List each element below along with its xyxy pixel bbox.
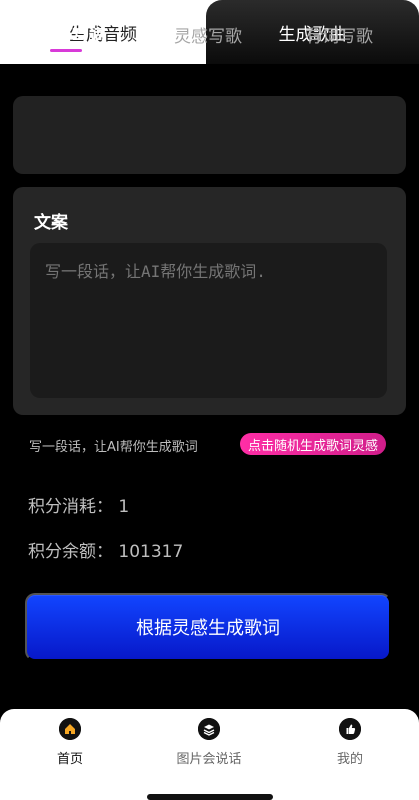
mode-inspiration[interactable]: 灵感写歌 [162,20,254,48]
hint-text: 写一段话，让AI帮你生成歌词 [29,440,198,455]
generate-lyrics-button[interactable]: 根据灵感生成歌词 [25,593,391,661]
nav-home[interactable]: 首页 [20,718,120,776]
home-indicator [147,794,273,800]
active-mode-indicator [50,49,82,52]
copy-input[interactable] [30,243,387,398]
nav-picture-talk[interactable]: 图片会说话 [159,718,259,776]
mode-with-lyrics[interactable]: 有词写歌 [293,20,385,48]
nav-me-label: 我的 [336,752,363,767]
nav-picture-talk-label: 图片会说话 [176,752,242,767]
mode-ai-lyrics[interactable]: AI写词 [35,20,123,48]
points-balance: 积分余额： 101317 [28,542,184,562]
points-cost: 积分消耗： 1 [28,497,130,517]
nav-home-label: 首页 [56,752,83,767]
mode-segmented-card [13,96,406,174]
thumbs-up-icon [339,718,361,740]
copy-title: 文案 [34,213,68,233]
random-inspiration-button[interactable]: 点击随机生成歌词灵感 [240,433,386,455]
nav-me[interactable]: 我的 [300,718,400,776]
home-icon [59,718,81,740]
layers-icon [198,718,220,740]
